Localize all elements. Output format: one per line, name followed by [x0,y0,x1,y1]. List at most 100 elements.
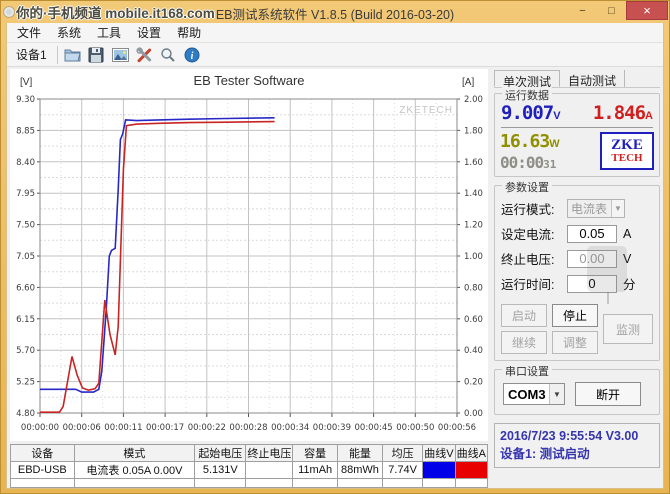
table-header: 设备 [11,445,75,462]
client-area: 文件系统工具设置帮助 设备1 i [6,23,664,489]
save-icon[interactable] [87,45,106,64]
svg-text:0.40: 0.40 [464,346,483,356]
tab-1[interactable]: 自动测试 [560,70,625,87]
stop-button[interactable]: 停止 [552,304,598,327]
window-controls: − □ × [568,1,668,20]
image-export-icon[interactable] [111,45,130,64]
table-cell: 11mAh [293,462,337,479]
svg-text:00:00:06: 00:00:06 [63,423,101,433]
table-cell [195,479,246,488]
svg-text:5.70: 5.70 [16,346,35,356]
results-table-wrap: 设备模式起始电压终止电压容量能量均压曲线V曲线A EBD-USB电流表 0.05… [10,444,488,488]
table-header: 均压 [383,445,423,462]
svg-text:00:00:45: 00:00:45 [355,423,393,433]
open-file-icon[interactable] [63,45,82,64]
maximize-icon: □ [608,5,615,17]
table-cell [337,479,382,488]
curve-color-swatch [455,462,487,479]
cutoff-voltage-input[interactable] [567,250,617,268]
run-data-label: 运行数据 [502,87,552,103]
table-cell [11,479,75,488]
power-readout: 16.63 [500,131,549,152]
table-cell [246,462,293,479]
tab-0[interactable]: 单次测试 [494,70,560,87]
close-button[interactable]: × [626,1,668,20]
run-mode-select[interactable]: 电流表 ▼ [567,199,625,218]
device-selector[interactable]: 设备1 [11,46,52,63]
table-cell [246,479,293,488]
maximize-button[interactable]: □ [597,1,626,20]
svg-text:8.85: 8.85 [16,126,35,136]
zketech-logo: ZKE TECH [600,132,654,170]
minimize-icon: − [579,5,585,17]
svg-text:4.80: 4.80 [16,409,35,419]
svg-text:1.00: 1.00 [464,252,483,262]
disconnect-button[interactable]: 断开 [575,382,641,406]
site-watermark: 你的·手机频道 mobile.it168.com [4,2,215,22]
table-body: EBD-USB电流表 0.05A 0.00V5.131V11mAh88mWh7.… [11,462,488,488]
run-time-input[interactable] [567,275,617,293]
com-port-select[interactable]: COM3 ▼ [503,383,565,405]
table-cell: EBD-USB [11,462,75,479]
svg-text:1.40: 1.40 [464,189,483,199]
chart-plot: EB Tester Software [V] [A] ZKETECH 9.302… [10,69,488,439]
menu-item-2[interactable]: 工具 [89,22,129,43]
monitor-button[interactable]: 监测 [603,314,653,344]
svg-text:2.00: 2.00 [464,95,483,105]
table-cell: 7.74V [383,462,423,479]
tools-icon[interactable] [135,45,154,64]
adjust-button[interactable]: 调整 [552,331,598,354]
readout-divider [501,127,653,128]
info-icon[interactable]: i [183,45,202,64]
app-window: 你的·手机频道 mobile.it168.com EB测试系统软件 V1.8.5… [0,0,670,494]
table-header: 曲线A [455,445,487,462]
svg-text:6.60: 6.60 [16,283,35,293]
current-readout: 1.846 [593,102,645,124]
table-cell: 电流表 0.05A 0.00V [74,462,195,479]
table-cell [293,479,337,488]
svg-text:7.05: 7.05 [16,252,35,262]
menu-item-1[interactable]: 系统 [49,22,89,43]
cutoff-voltage-unit: V [623,252,631,266]
watermark-text: 你的·手机频道 mobile.it168.com [16,2,215,22]
voltage-readout: 9.007 [501,102,553,124]
table-cell [455,479,487,488]
chart-panel: EB Tester Software [V] [A] ZKETECH 9.302… [10,69,488,441]
control-buttons: 启动 停止 监测 继续 调整 [501,304,653,354]
chart-title: EB Tester Software [193,73,304,88]
table-header: 曲线V [423,445,455,462]
set-current-unit: A [623,227,631,241]
toolbar-separator [57,46,58,64]
svg-text:6.15: 6.15 [16,315,35,325]
series-voltage-V [40,118,275,392]
table-header: 终止电压 [246,445,293,462]
curve-color-swatch [423,462,455,479]
resume-button[interactable]: 继续 [501,331,547,354]
results-table: 设备模式起始电压终止电压容量能量均压曲线V曲线A EBD-USB电流表 0.05… [10,444,488,488]
svg-text:0.60: 0.60 [464,315,483,325]
svg-text:7.95: 7.95 [16,189,35,199]
menu-item-0[interactable]: 文件 [9,22,49,43]
zoom-icon[interactable] [159,45,178,64]
minimize-button[interactable]: − [568,1,597,20]
close-icon: × [643,3,651,18]
series-current-A [40,122,275,413]
start-button[interactable]: 启动 [501,304,547,327]
title-bar[interactable]: 你的·手机频道 mobile.it168.com EB测试系统软件 V1.8.5… [1,1,669,23]
table-row[interactable]: EBD-USB电流表 0.05A 0.00V5.131V11mAh88mWh7.… [11,462,488,479]
toolbar: 设备1 i [7,43,663,67]
menu-item-4[interactable]: 帮助 [169,22,209,43]
magnifier-watermark-icon [4,7,14,17]
serial-label: 串口设置 [502,363,552,379]
svg-text:i: i [191,51,194,62]
voltage-unit: V [553,110,560,122]
svg-text:00:00:50: 00:00:50 [396,423,434,433]
svg-text:00:00:39: 00:00:39 [313,423,351,433]
menu-bar: 文件系统工具设置帮助 [7,23,663,43]
set-current-input[interactable] [567,225,617,243]
elapsed-seconds: 31 [543,158,556,171]
table-header-row: 设备模式起始电压终止电压容量能量均压曲线V曲线A [11,445,488,462]
menu-item-3[interactable]: 设置 [129,22,169,43]
params-label: 参数设置 [502,179,552,195]
svg-text:1.80: 1.80 [464,126,483,136]
